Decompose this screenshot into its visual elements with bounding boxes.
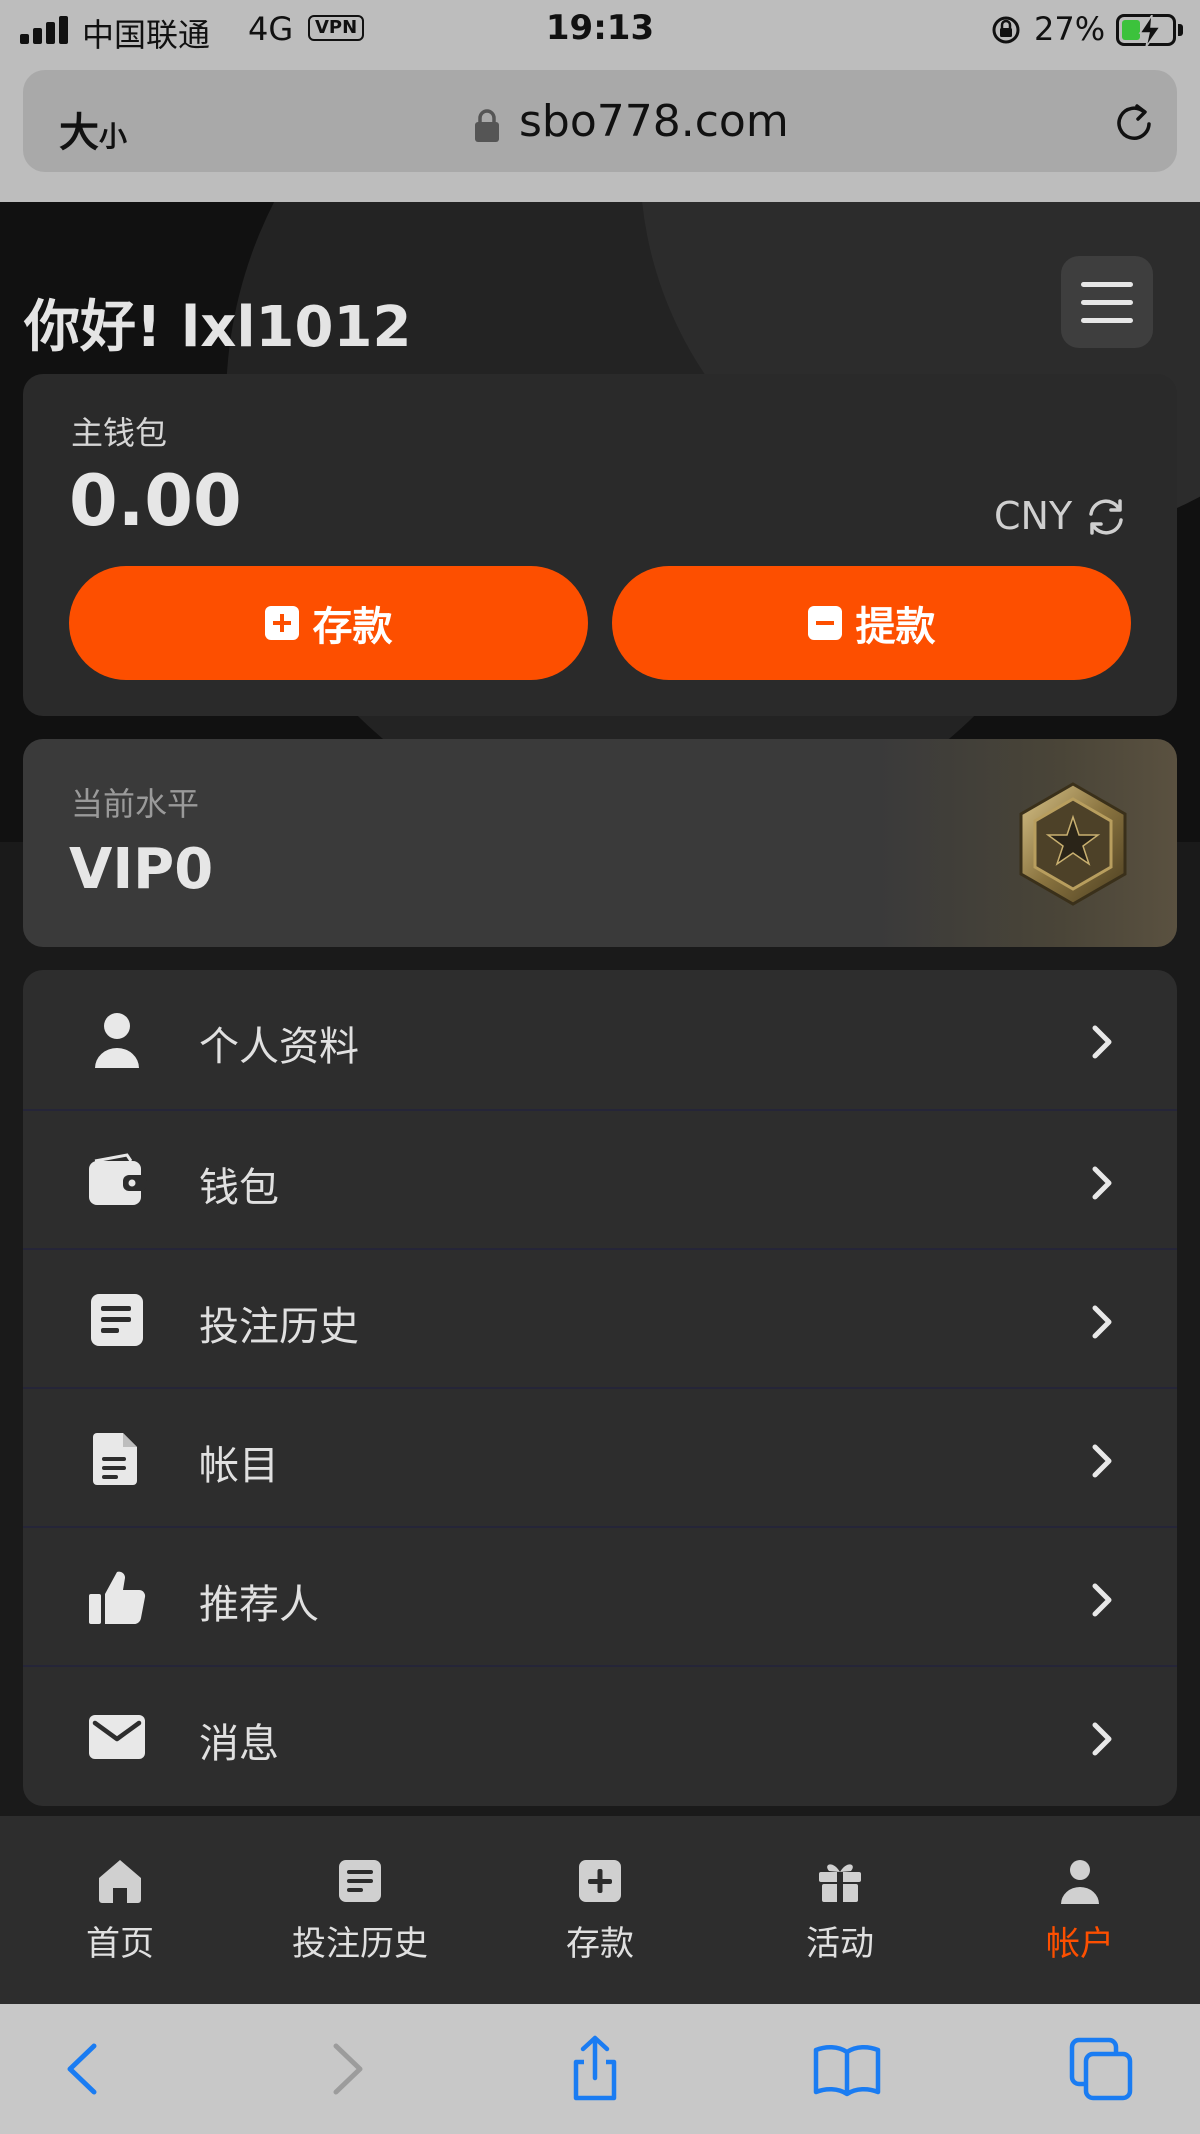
wallet-label: 主钱包 [71, 414, 168, 452]
chevron-right-icon [1092, 1444, 1112, 1478]
refresh-icon[interactable] [1083, 494, 1129, 540]
menu-item-label: 投注历史 [199, 1304, 359, 1350]
tab-label: 活动 [806, 1924, 874, 1964]
vip-star-badge-icon [1019, 782, 1127, 906]
rotation-lock-icon [992, 16, 1020, 44]
user-icon [95, 1013, 139, 1068]
tab-deposit[interactable]: 存款 [480, 1816, 720, 2004]
reload-icon[interactable] [1111, 100, 1157, 146]
wallet-icon [89, 1153, 147, 1205]
vip-level-card[interactable]: 当前水平 VIP0 [23, 739, 1177, 947]
tab-bet-history[interactable]: 投注历史 [240, 1816, 480, 2004]
menu-item-label: 个人资料 [199, 1024, 359, 1070]
menu-item-accounts[interactable]: 帐目 [23, 1387, 1177, 1526]
text-size-large: 大 [59, 110, 99, 156]
greeting-title: 你好! lxl1012 [24, 295, 412, 360]
document-icon [93, 1433, 137, 1485]
tab-label: 首页 [86, 1924, 154, 1964]
share-icon[interactable] [560, 2034, 630, 2104]
chevron-right-icon [1092, 1583, 1112, 1617]
battery-tip [1178, 24, 1183, 36]
wallet-balance: 0.00 [69, 460, 242, 542]
vip-label: 当前水平 [71, 785, 200, 823]
status-bar: 中国联通 4G VPN 19:13 27% [0, 0, 1200, 60]
menu-item-bet-history[interactable]: 投注历史 [23, 1248, 1177, 1387]
hamburger-menu-button[interactable] [1061, 256, 1153, 348]
lock-icon [475, 109, 499, 142]
chevron-right-icon [1092, 1166, 1112, 1200]
tab-home[interactable]: 首页 [0, 1816, 240, 2004]
account-menu-list: 个人资料 钱包 投注历史 帐目 推荐人 消息 [23, 970, 1177, 1806]
menu-item-profile[interactable]: 个人资料 [23, 970, 1177, 1109]
currency-label: CNY [994, 494, 1073, 538]
menu-item-messages[interactable]: 消息 [23, 1665, 1177, 1804]
tab-label: 投注历史 [292, 1924, 428, 1964]
battery-percent: 27% [1034, 10, 1106, 48]
thumbs-up-icon [89, 1571, 146, 1625]
address-bar[interactable]: 大小 sbo778.com [23, 70, 1177, 172]
browser-toolbar [0, 2004, 1200, 2134]
chevron-right-icon [1092, 1722, 1112, 1756]
user-icon [1061, 1860, 1099, 1904]
vip-level: VIP0 [69, 837, 214, 902]
menu-item-label: 帐目 [199, 1443, 279, 1489]
deposit-button[interactable]: 存款 [69, 566, 588, 680]
url-text: sbo778.com [519, 96, 789, 147]
plus-icon [264, 606, 299, 640]
menu-item-referrer[interactable]: 推荐人 [23, 1526, 1177, 1665]
account-page: 你好! lxl1012 主钱包 0.00 CNY 存款 提款 当前水平 VIP0… [0, 202, 1200, 1816]
menu-item-label: 消息 [199, 1721, 279, 1767]
gift-icon [819, 1864, 861, 1902]
list-icon [339, 1860, 381, 1902]
battery-icon [1116, 14, 1176, 47]
tab-label: 帐户 [1046, 1924, 1114, 1964]
main-wallet-card: 主钱包 0.00 CNY 存款 提款 [23, 374, 1177, 716]
chevron-right-icon [1092, 1305, 1112, 1339]
home-icon [99, 1860, 141, 1903]
list-icon [91, 1294, 143, 1346]
menu-item-label: 推荐人 [199, 1582, 319, 1628]
envelope-icon [89, 1715, 145, 1759]
withdraw-button[interactable]: 提款 [612, 566, 1131, 680]
tabs-icon[interactable] [1066, 2034, 1136, 2104]
tab-promotions[interactable]: 活动 [720, 1816, 960, 2004]
tab-label: 存款 [566, 1924, 634, 1964]
bookmarks-icon[interactable] [812, 2034, 882, 2104]
text-size-small: 小 [99, 120, 128, 153]
plus-square-icon [579, 1860, 621, 1902]
forward-icon[interactable] [310, 2034, 380, 2104]
minus-icon [807, 606, 842, 640]
menu-item-label: 钱包 [199, 1165, 279, 1211]
deposit-label: 存款 [312, 604, 393, 650]
text-size-button[interactable]: 大小 [59, 100, 127, 158]
browser-address-area: 大小 sbo778.com [0, 60, 1200, 202]
withdraw-label: 提款 [855, 604, 936, 650]
back-icon[interactable] [50, 2034, 120, 2104]
bottom-tab-bar: 首页 投注历史 存款 活动 帐户 [0, 1816, 1200, 2004]
menu-item-wallet[interactable]: 钱包 [23, 1109, 1177, 1248]
chevron-right-icon [1092, 1025, 1112, 1059]
tab-account[interactable]: 帐户 [960, 1816, 1200, 2004]
